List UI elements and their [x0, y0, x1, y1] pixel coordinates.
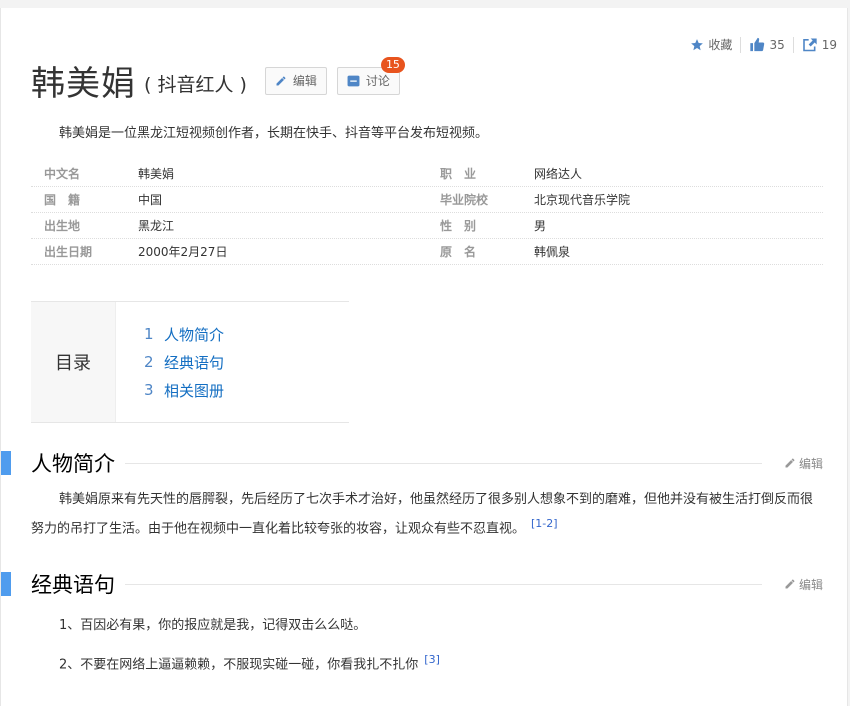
- info-value: 2000年2月27日: [138, 245, 228, 259]
- pencil-icon: [276, 76, 286, 85]
- discuss-button[interactable]: 讨论 15: [336, 56, 405, 95]
- toc-label: 人物简介: [164, 325, 225, 344]
- info-value: 黑龙江: [138, 219, 175, 233]
- basic-info: 中文名 韩美娟 职 业 网络达人 国 籍 中国 毕业院校 北京现代音乐学院 出生地 黑龙江…: [31, 161, 823, 265]
- table-of-contents: 目录 1 人物简介 2 经典语句 3 相关图册: [31, 301, 349, 423]
- info-key: 中文名: [44, 167, 81, 181]
- discuss-label: 讨论: [365, 74, 390, 88]
- divider: [125, 583, 762, 585]
- info-key: 毕业院校: [440, 193, 489, 207]
- info-row: 中文名 韩美娟 职 业 网络达人: [31, 161, 823, 187]
- info-key: 职 业: [440, 167, 477, 181]
- toc-number: 2: [144, 353, 154, 371]
- info-key: 国 籍: [44, 193, 81, 207]
- section-edit-label: 编辑: [798, 456, 823, 471]
- toc-label: 经典语句: [164, 353, 225, 372]
- reference-link[interactable]: [3]: [424, 653, 440, 666]
- star-icon: [691, 38, 704, 50]
- collect-label: 收藏: [708, 38, 733, 52]
- thumbs-up-icon: [750, 37, 765, 52]
- discuss-count-badge: 15: [380, 56, 405, 73]
- divider: [125, 462, 762, 464]
- info-value: 中国: [138, 193, 163, 207]
- share-count: 19: [821, 37, 837, 52]
- page: 收藏 35 19 韩美娟 ( 抖音红人 ) 编辑 讨论 15 韩美娟是一位黑龙江…: [0, 8, 848, 706]
- divider: [740, 36, 742, 53]
- edit-label: 编辑: [292, 74, 317, 88]
- toc-list: 1 人物简介 2 经典语句 3 相关图册: [116, 302, 224, 422]
- summary-text: 韩美娟是一位黑龙江短视频创作者，长期在快手、抖音等平台发布短视频。: [59, 126, 489, 141]
- pencil-icon: [785, 579, 795, 589]
- section-edit-button[interactable]: 编辑: [784, 455, 823, 472]
- like-count: 35: [769, 37, 785, 52]
- share-icon: [802, 38, 817, 52]
- info-value: 韩美娟: [138, 167, 175, 181]
- section-accent-bar: [1, 451, 11, 475]
- info-key: 性 别: [440, 219, 477, 233]
- like-button[interactable]: 35: [749, 37, 785, 52]
- toc-item-quotes[interactable]: 2 经典语句: [144, 348, 224, 376]
- info-row: 出生地 黑龙江 性 别 男: [31, 213, 823, 239]
- comment-icon: [347, 75, 360, 86]
- pencil-icon: [785, 458, 795, 468]
- section-edit-label: 编辑: [798, 577, 823, 592]
- reference-link[interactable]: [1-2]: [531, 517, 558, 530]
- info-row: 国 籍 中国 毕业院校 北京现代音乐学院: [31, 187, 823, 213]
- collect-button[interactable]: 收藏: [690, 36, 732, 53]
- quote-line: 1、百因必有果，你的报应就是我，记得双击么么哒。: [59, 618, 367, 633]
- section-header-intro: 人物简介 编辑: [1, 448, 847, 478]
- share-button[interactable]: 19: [802, 37, 837, 52]
- toc-label: 相关图册: [164, 381, 225, 400]
- info-key: 出生日期: [44, 245, 93, 259]
- page-subtitle: ( 抖音红人 ): [144, 74, 247, 96]
- info-key: 原 名: [440, 245, 477, 259]
- top-actions: 收藏 35 19: [690, 36, 837, 53]
- toc-item-gallery[interactable]: 3 相关图册: [144, 376, 224, 404]
- quote-text: 2、不要在网络上逼逼赖赖，不服现实碰一碰，你看我扎不扎你: [59, 657, 419, 673]
- info-row: 出生日期 2000年2月27日 原 名 韩佩泉: [31, 239, 823, 265]
- info-value: 韩佩泉: [534, 245, 571, 259]
- toc-heading: 目录: [31, 302, 116, 422]
- title-row: 韩美娟 ( 抖音红人 ) 编辑 讨论 15: [31, 56, 405, 105]
- info-value: 网络达人: [534, 167, 583, 181]
- section-accent-bar: [1, 572, 11, 596]
- toc-item-intro[interactable]: 1 人物简介: [144, 320, 224, 348]
- intro-text: 韩美娟原来有先天性的唇腭裂，先后经历了七次手术才治好，他虽然经历了很多别人想象不…: [31, 492, 814, 537]
- toc-number: 3: [144, 381, 154, 399]
- section-edit-button[interactable]: 编辑: [784, 576, 823, 593]
- quote-line: 2、不要在网络上逼逼赖赖，不服现实碰一碰，你看我扎不扎你 [3]: [59, 653, 440, 672]
- info-key: 出生地: [44, 219, 81, 233]
- edit-button[interactable]: 编辑: [264, 66, 327, 95]
- section-header-quotes: 经典语句 编辑: [1, 569, 847, 599]
- info-value: 北京现代音乐学院: [534, 193, 631, 207]
- divider: [792, 36, 794, 53]
- toc-number: 1: [144, 325, 154, 343]
- section-title: 人物简介: [31, 452, 115, 476]
- section-title: 经典语句: [31, 573, 115, 597]
- info-value: 男: [534, 219, 547, 233]
- page-title: 韩美娟: [31, 64, 136, 104]
- intro-paragraph: 韩美娟原来有先天性的唇腭裂，先后经历了七次手术才治好，他虽然经历了很多别人想象不…: [31, 488, 823, 541]
